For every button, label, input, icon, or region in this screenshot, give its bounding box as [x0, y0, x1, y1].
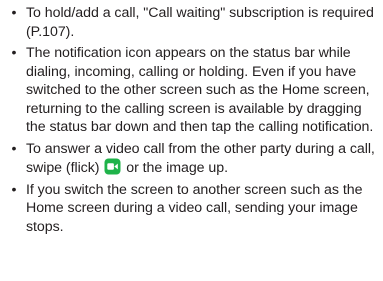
list-item: • If you switch the screen to another sc… [6, 181, 377, 237]
list-item: • To answer a video call from the other … [6, 140, 377, 178]
bullet-glyph: • [11, 45, 17, 61]
item-text: To hold/add a call, "Call waiting" subsc… [26, 5, 374, 40]
video-call-icon [104, 158, 121, 175]
item-text: The notification icon appears on the sta… [26, 45, 374, 135]
list-item: • The notification icon appears on the s… [6, 44, 377, 137]
bullet-glyph: • [11, 5, 17, 21]
list-item: • To hold/add a call, "Call waiting" sub… [6, 4, 377, 41]
notes-list: • To hold/add a call, "Call waiting" sub… [6, 4, 377, 236]
item-text: If you switch the screen to another scre… [26, 181, 363, 235]
bullet-glyph: • [11, 181, 17, 198]
item-text-after: or the image up. [126, 160, 228, 176]
manual-page: • To hold/add a call, "Call waiting" sub… [0, 0, 383, 281]
bullet-glyph: • [11, 140, 17, 157]
